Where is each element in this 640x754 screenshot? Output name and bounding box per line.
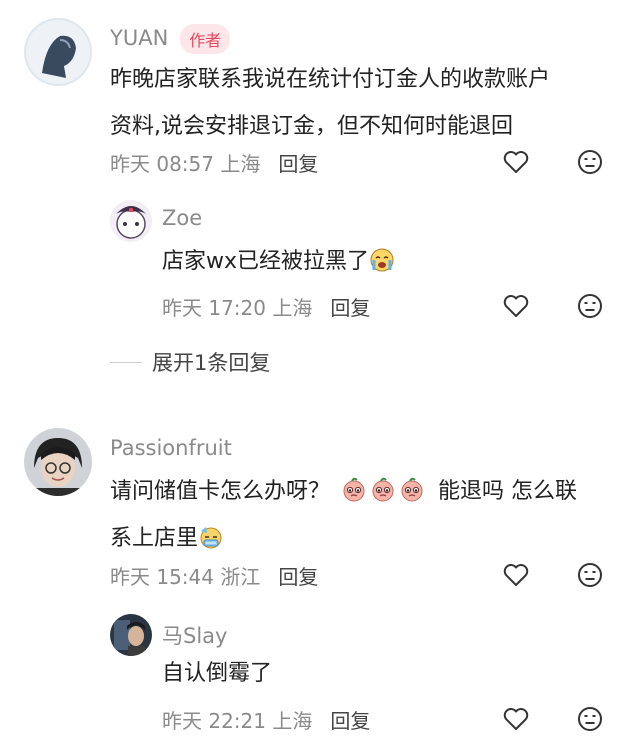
- reply-meta: 昨天 22:21 上海 回复: [162, 705, 370, 734]
- avatar[interactable]: [110, 200, 152, 242]
- heart-outline-icon[interactable]: [502, 292, 530, 320]
- avatar[interactable]: [24, 428, 92, 496]
- reply-button[interactable]: 回复: [278, 561, 318, 590]
- comment-text: 昨晚店家联系我说在统计付订金人的收款账户 资料,说会安排退订金，但不知何时能退回: [110, 56, 620, 150]
- meh-face-icon[interactable]: [576, 292, 604, 320]
- comment-meta: 昨天 15:44 浙江 回复: [110, 561, 318, 590]
- comment-text-line: 资料,说会安排退订金，但不知何时能退回: [110, 114, 513, 139]
- reply-button[interactable]: 回复: [330, 292, 370, 321]
- expand-replies-label[interactable]: 展开1条回复: [152, 347, 270, 377]
- comment-text-content: 能退吗 怎么联: [438, 479, 578, 504]
- timestamp-location: 昨天 17:20 上海: [162, 296, 313, 320]
- heart-outline-icon[interactable]: [502, 561, 530, 589]
- username-text[interactable]: YUAN: [110, 26, 168, 50]
- comment-text-content: 请问储值卡怎么办呀？: [110, 479, 331, 504]
- meh-face-icon[interactable]: [576, 561, 604, 589]
- comment-text-line: 系上店里: [110, 515, 620, 562]
- reply-button[interactable]: 回复: [330, 705, 370, 734]
- reply-text: 自认倒霉了: [162, 661, 273, 686]
- reply-text-content: 店家wx已经被拉黑了: [162, 249, 370, 274]
- comment-text: 请问储值卡怎么办呀？ 能退吗 怎么联 系上店里: [110, 468, 620, 562]
- username[interactable]: YUAN 作者: [110, 24, 231, 54]
- divider: [110, 361, 142, 363]
- comment-text-line: 请问储值卡怎么办呀？ 能退吗 怎么联: [110, 468, 620, 515]
- pleading-peach-icon: [370, 476, 396, 502]
- comment-text-content: 系上店里: [110, 526, 199, 551]
- heart-outline-icon[interactable]: [502, 705, 530, 733]
- expand-replies-button[interactable]: 展开1条回复: [110, 347, 270, 377]
- reply-meta: 昨天 17:20 上海 回复: [162, 292, 370, 321]
- meh-face-icon[interactable]: [576, 148, 604, 176]
- author-badge: 作者: [180, 24, 231, 54]
- timestamp-location: 昨天 15:44 浙江: [110, 565, 261, 589]
- avatar[interactable]: [24, 18, 92, 86]
- meh-face-icon[interactable]: [576, 705, 604, 733]
- username[interactable]: Zoe: [162, 206, 202, 230]
- pleading-peach-icon: [341, 476, 367, 502]
- avatar[interactable]: [110, 614, 152, 656]
- heart-outline-icon[interactable]: [502, 148, 530, 176]
- crying-face-icon: [369, 246, 395, 272]
- comment-text-line: 昨晚店家联系我说在统计付订金人的收款账户: [110, 67, 551, 92]
- timestamp-location: 昨天 22:21 上海: [162, 709, 313, 733]
- pleading-peach-icon: [399, 476, 425, 502]
- comment-meta: 昨天 08:57 上海 回复: [110, 148, 318, 177]
- sweating-face-icon: [198, 523, 224, 549]
- username[interactable]: Passionfruit: [110, 436, 232, 460]
- reply-button[interactable]: 回复: [278, 148, 318, 177]
- timestamp-location: 昨天 08:57 上海: [110, 152, 261, 176]
- reply-text: 店家wx已经被拉黑了: [162, 238, 395, 285]
- username[interactable]: 马Slay: [162, 620, 227, 650]
